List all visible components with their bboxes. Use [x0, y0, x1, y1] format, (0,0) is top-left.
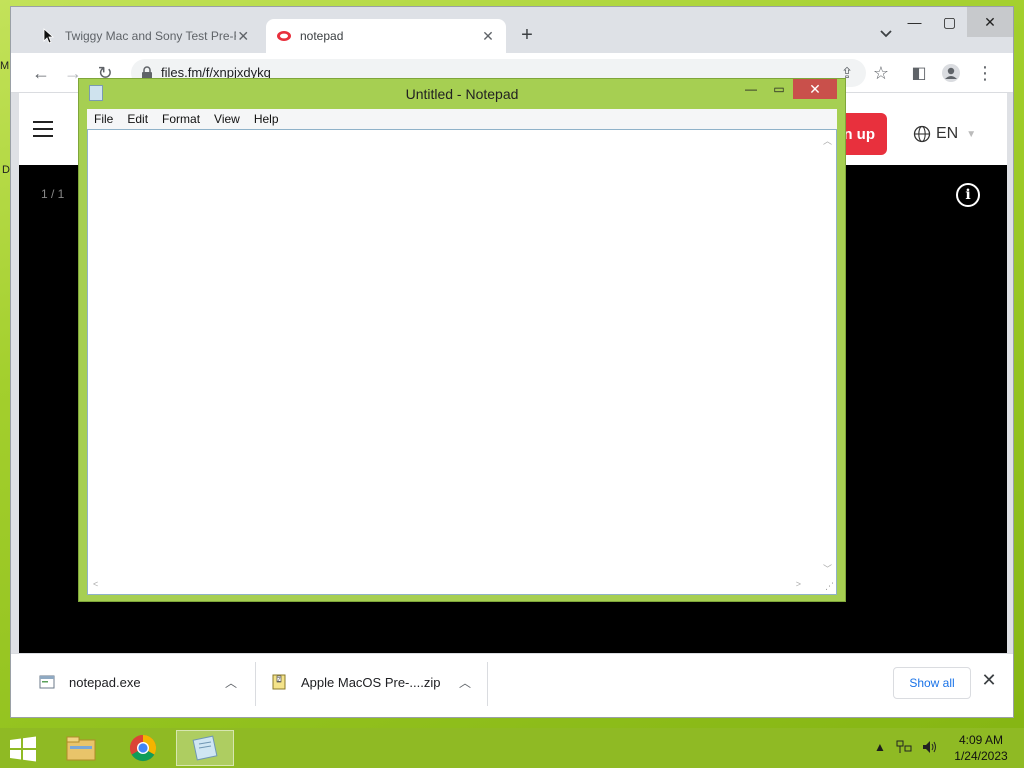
clock-time: 4:09 AM — [958, 733, 1004, 747]
downloads-bar: notepad.exe ︿ Z Apple MacOS Pre-....zip … — [11, 653, 1013, 717]
info-icon[interactable]: i — [956, 183, 980, 207]
menu-edit[interactable]: Edit — [120, 112, 155, 126]
tab-title: Twiggy Mac and Sony Test Pre-R — [65, 29, 236, 43]
close-icon[interactable]: ✕ — [967, 7, 1013, 37]
notepad-window-controls: — ▭ ✕ — [737, 79, 837, 99]
tab-close-icon[interactable]: ✕ — [236, 28, 251, 45]
globe-icon — [913, 125, 931, 143]
chrome-icon[interactable] — [114, 730, 172, 766]
download-filename: Apple MacOS Pre-....zip — [301, 674, 441, 690]
page-counter: 1 / 1 — [41, 187, 65, 201]
scroll-left-arrow-icon[interactable]: < — [93, 579, 98, 589]
notepad-menubar: File Edit Format View Help — [87, 109, 837, 129]
scroll-up-arrow-icon[interactable]: ︿ — [823, 134, 832, 147]
taskbar: ▲ 4:09 AM 1/24/2023 — [0, 728, 1024, 768]
tab-title: notepad — [300, 29, 344, 43]
chevron-up-icon[interactable]: ︿ — [225, 674, 237, 691]
desktop-icon-label-fragment: M — [0, 60, 10, 72]
language-label: EN — [936, 125, 959, 142]
profile-avatar-icon[interactable] — [941, 63, 961, 83]
hamburger-menu-icon[interactable] — [33, 121, 53, 137]
vertical-scrollbar[interactable]: ︿ ﹀ — [819, 130, 836, 579]
download-filename: notepad.exe — [69, 674, 141, 690]
clock-date: 1/24/2023 — [954, 749, 1008, 763]
minimize-icon[interactable]: — — [737, 79, 765, 99]
zip-file-icon: Z — [272, 674, 286, 690]
horizontal-scrollbar[interactable]: < > — [88, 577, 821, 594]
more-menu-icon[interactable]: ⋮ — [975, 63, 995, 83]
notepad-title: Untitled - Notepad — [405, 86, 519, 102]
menu-format[interactable]: Format — [155, 112, 207, 126]
system-clock[interactable]: 4:09 AM 1/24/2023 — [950, 732, 1012, 764]
chevron-up-icon[interactable]: ︿ — [459, 674, 471, 691]
mouse-cursor-icon — [43, 28, 55, 44]
system-tray: ▲ — [874, 740, 938, 754]
windows-start-icon[interactable] — [8, 736, 38, 762]
exe-file-icon — [39, 675, 55, 689]
notepad-text-area[interactable]: ︿ ﹀ < > ⋰ — [87, 129, 837, 595]
download-item[interactable]: notepad.exe ︿ — [39, 654, 249, 710]
new-tab-icon[interactable]: + — [517, 24, 537, 46]
download-separator — [487, 662, 488, 706]
menu-view[interactable]: View — [207, 112, 247, 126]
volume-icon[interactable] — [922, 740, 938, 754]
download-separator — [255, 662, 256, 706]
maximize-icon[interactable]: ▢ — [932, 7, 967, 37]
files-fm-logo-icon — [277, 31, 291, 41]
tab-notepad[interactable]: notepad ✕ — [266, 19, 506, 53]
browser-window-controls: — ▢ ✕ — [897, 7, 1013, 37]
language-selector[interactable]: EN ▼ — [913, 125, 976, 143]
bookmark-star-icon[interactable]: ☆ — [871, 63, 891, 83]
maximize-icon[interactable]: ▭ — [765, 79, 793, 99]
menu-file[interactable]: File — [87, 112, 120, 126]
tab-strip: Twiggy Mac and Sony Test Pre-R ✕ notepad… — [11, 7, 1013, 53]
scroll-down-arrow-icon[interactable]: ﹀ — [823, 562, 832, 575]
back-arrow-icon[interactable]: ← — [31, 63, 51, 83]
file-explorer-icon[interactable] — [52, 730, 110, 766]
close-downloads-icon[interactable]: ✕ — [979, 670, 999, 690]
tab-close-icon[interactable]: ✕ — [480, 28, 496, 45]
menu-help[interactable]: Help — [247, 112, 286, 126]
notepad-icon[interactable] — [176, 730, 234, 766]
side-panel-icon[interactable]: ◧ — [909, 63, 929, 83]
scroll-right-arrow-icon[interactable]: > — [796, 579, 801, 589]
chevron-down-icon: ▼ — [966, 128, 977, 140]
svg-text:Z: Z — [277, 678, 281, 684]
tab-twiggy[interactable]: Twiggy Mac and Sony Test Pre-R ✕ — [31, 19, 261, 53]
desktop-icon-label-fragment: D — [2, 164, 10, 176]
show-all-button[interactable]: Show all — [893, 667, 971, 699]
network-icon[interactable] — [896, 740, 912, 754]
close-icon[interactable]: ✕ — [793, 79, 837, 99]
resize-grip-icon[interactable]: ⋰ — [825, 581, 834, 592]
tab-search-chevron-icon[interactable] — [877, 25, 895, 43]
desktop-wallpaper: M D Twiggy Mac and Sony Test Pre-R ✕ not… — [0, 0, 1024, 728]
notepad-titlebar[interactable]: Untitled - Notepad — ▭ ✕ — [79, 79, 845, 109]
download-item[interactable]: Z Apple MacOS Pre-....zip ︿ — [271, 654, 487, 710]
show-hidden-icons-icon[interactable]: ▲ — [874, 740, 886, 754]
minimize-icon[interactable]: — — [897, 7, 932, 37]
notepad-window: Untitled - Notepad — ▭ ✕ File Edit Forma… — [78, 78, 846, 602]
